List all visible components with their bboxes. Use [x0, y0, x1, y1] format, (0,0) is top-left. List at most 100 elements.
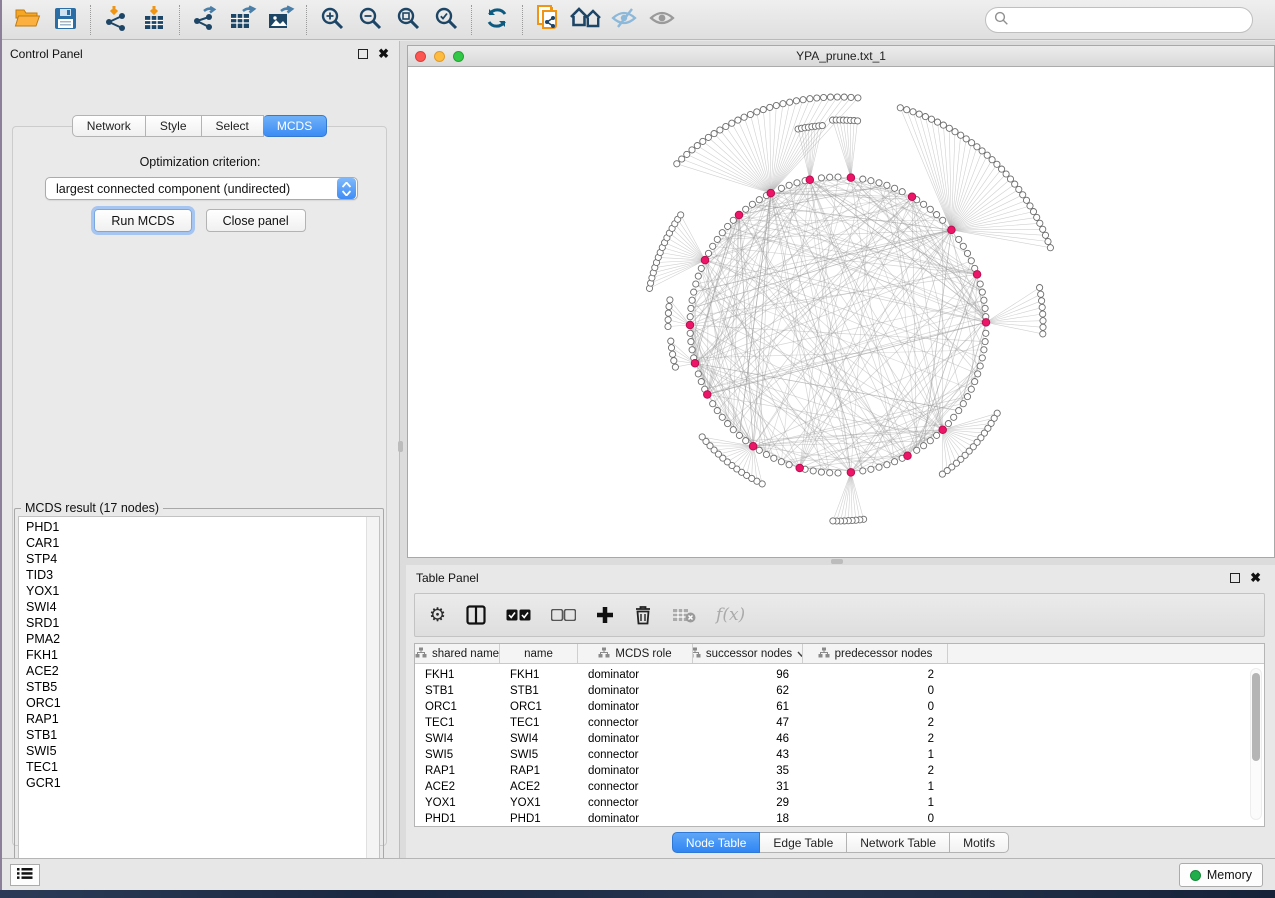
network-node[interactable] [725, 421, 731, 427]
table-cell[interactable]: 61 [693, 699, 803, 715]
column-header-shared-name[interactable]: shared name [415, 644, 500, 663]
network-node[interactable] [821, 94, 827, 100]
network-node[interactable] [876, 180, 882, 186]
network-node[interactable] [743, 206, 749, 212]
network-node[interactable] [670, 351, 676, 357]
table-cell[interactable]: PHD1 [500, 811, 578, 827]
network-node[interactable] [794, 180, 800, 186]
table-cell[interactable]: TEC1 [500, 715, 578, 731]
network-node[interactable] [834, 94, 840, 100]
column-header-predecessor-nodes[interactable]: predecessor nodes [803, 644, 948, 663]
network-node[interactable] [773, 102, 779, 108]
network-node[interactable] [767, 104, 773, 110]
mcds-result-item[interactable]: PMA2 [19, 631, 379, 647]
network-node[interactable] [1037, 285, 1043, 291]
network-node[interactable] [979, 289, 985, 295]
table-cell[interactable]: 46 [693, 731, 803, 747]
network-node[interactable] [756, 197, 762, 203]
close-panel-button[interactable]: Close panel [206, 209, 306, 232]
network-node[interactable] [999, 166, 1005, 172]
mcds-result-item[interactable]: CAR1 [19, 535, 379, 551]
table-cell[interactable]: 96 [693, 667, 803, 683]
mcds-result-item[interactable]: ORC1 [19, 695, 379, 711]
table-cell[interactable]: 29 [693, 795, 803, 811]
network-node[interactable] [786, 182, 792, 188]
split-columns-icon[interactable] [466, 605, 486, 625]
network-node[interactable] [688, 305, 694, 311]
network-dominator-node[interactable] [704, 391, 712, 399]
network-node[interactable] [960, 243, 966, 249]
network-node[interactable] [1047, 245, 1053, 251]
network-node[interactable] [665, 310, 671, 316]
network-node[interactable] [730, 217, 736, 223]
network-node[interactable] [780, 101, 786, 107]
network-node[interactable] [963, 136, 969, 142]
network-node[interactable] [719, 414, 725, 420]
network-node[interactable] [800, 97, 806, 103]
function-builder-icon[interactable]: f(x) [716, 605, 745, 625]
table-row[interactable]: STB1STB1dominator620 [415, 683, 1264, 699]
table-cell[interactable]: 2 [803, 731, 948, 747]
table-cell[interactable]: FKH1 [415, 667, 500, 683]
export-image-button[interactable] [264, 4, 298, 36]
network-node[interactable] [945, 421, 951, 427]
mcds-result-item[interactable]: SRD1 [19, 615, 379, 631]
table-cell[interactable]: SWI4 [500, 731, 578, 747]
network-node[interactable] [977, 281, 983, 287]
table-cell[interactable]: 1 [803, 747, 948, 763]
mcds-result-item[interactable]: RAP1 [19, 711, 379, 727]
network-node[interactable] [667, 297, 673, 303]
mcds-result-item[interactable]: ACE2 [19, 663, 379, 679]
table-cell[interactable]: SWI5 [500, 747, 578, 763]
network-node[interactable] [736, 432, 742, 438]
network-node[interactable] [860, 468, 866, 474]
network-node[interactable] [725, 223, 731, 229]
network-node[interactable] [810, 468, 816, 474]
network-node[interactable] [876, 464, 882, 470]
network-node[interactable] [927, 206, 933, 212]
network-node[interactable] [818, 469, 824, 475]
network-node[interactable] [778, 185, 784, 191]
network-node[interactable] [848, 94, 854, 100]
table-cell[interactable]: ACE2 [415, 779, 500, 795]
network-node[interactable] [710, 243, 716, 249]
network-node[interactable] [714, 408, 720, 414]
tab-edge-table[interactable]: Edge Table [760, 832, 847, 853]
column-header-successor-nodes[interactable]: successor nodes [693, 644, 803, 663]
table-cell[interactable]: connector [578, 779, 693, 795]
network-node[interactable] [778, 459, 784, 465]
table-cell[interactable]: YOX1 [415, 795, 500, 811]
network-node[interactable] [735, 117, 741, 123]
tab-network-table[interactable]: Network Table [847, 832, 950, 853]
network-node[interactable] [730, 427, 736, 433]
delete-column-icon[interactable] [634, 605, 652, 625]
network-node[interactable] [743, 438, 749, 444]
table-cell[interactable]: PHD1 [415, 811, 500, 827]
network-node[interactable] [741, 114, 747, 120]
network-titlebar[interactable]: YPA_prune.txt_1 [408, 46, 1274, 67]
table-scrollbar[interactable] [1250, 668, 1262, 820]
column-header-MCDS-role[interactable]: MCDS role [578, 644, 693, 663]
vertical-splitter-handle[interactable] [398, 441, 403, 452]
mcds-result-item[interactable]: STP4 [19, 551, 379, 567]
network-dominator-node[interactable] [948, 226, 956, 234]
table-scrollbar-thumb[interactable] [1252, 673, 1260, 761]
network-node[interactable] [860, 176, 866, 182]
network-node[interactable] [665, 323, 671, 329]
mcds-result-item[interactable]: STB1 [19, 727, 379, 743]
zoom-in-button[interactable] [315, 4, 349, 36]
zoom-fit-button[interactable] [391, 4, 425, 36]
network-node[interactable] [827, 470, 833, 476]
mcds-result-item[interactable]: GCR1 [19, 775, 379, 791]
table-cell[interactable]: dominator [578, 667, 693, 683]
network-node[interactable] [964, 394, 970, 400]
network-node[interactable] [1040, 311, 1046, 317]
network-node[interactable] [1030, 209, 1036, 215]
network-node[interactable] [723, 123, 729, 129]
network-node[interactable] [749, 201, 755, 207]
table-cell[interactable]: dominator [578, 811, 693, 827]
network-node[interactable] [710, 401, 716, 407]
network-dominator-node[interactable] [806, 176, 814, 184]
network-graph[interactable] [408, 67, 1274, 557]
table-cell[interactable]: dominator [578, 699, 693, 715]
